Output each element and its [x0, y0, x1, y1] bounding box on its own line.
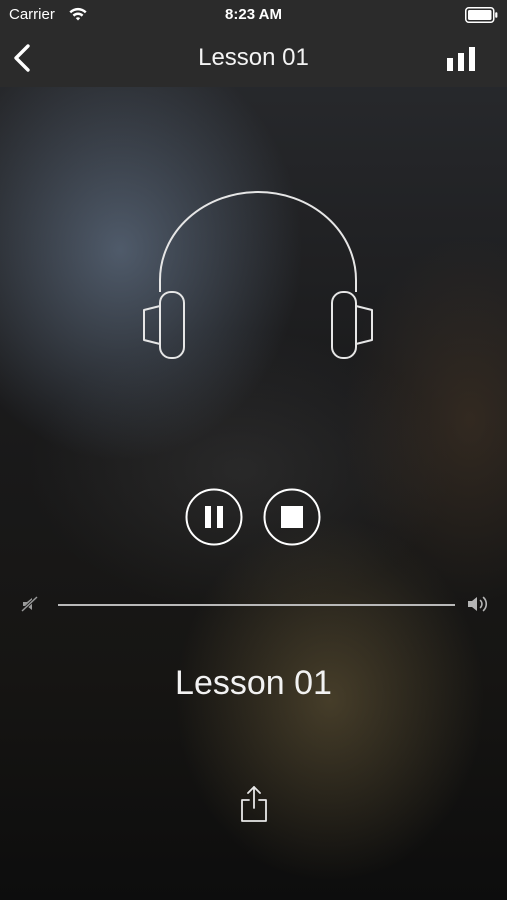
bar-chart-icon [447, 47, 475, 71]
stop-icon [281, 506, 303, 528]
status-bar: Carrier 8:23 AM [0, 0, 507, 30]
pause-icon [205, 506, 223, 528]
statistics-button[interactable] [445, 46, 477, 72]
navigation-bar: Lesson 01 [0, 30, 507, 87]
stop-button[interactable] [263, 488, 321, 546]
share-button[interactable] [239, 784, 269, 824]
share-icon [241, 786, 267, 822]
track-title: Lesson 01 [175, 664, 332, 702]
volume-high-icon [468, 596, 488, 612]
background [0, 0, 507, 900]
pause-button[interactable] [185, 488, 243, 546]
volume-slider[interactable] [58, 604, 455, 606]
battery-icon [465, 7, 498, 23]
nav-title: Lesson 01 [198, 44, 309, 71]
headphones-icon [143, 191, 373, 359]
status-time: 8:23 AM [225, 6, 282, 23]
volume-mute-icon [20, 595, 39, 613]
